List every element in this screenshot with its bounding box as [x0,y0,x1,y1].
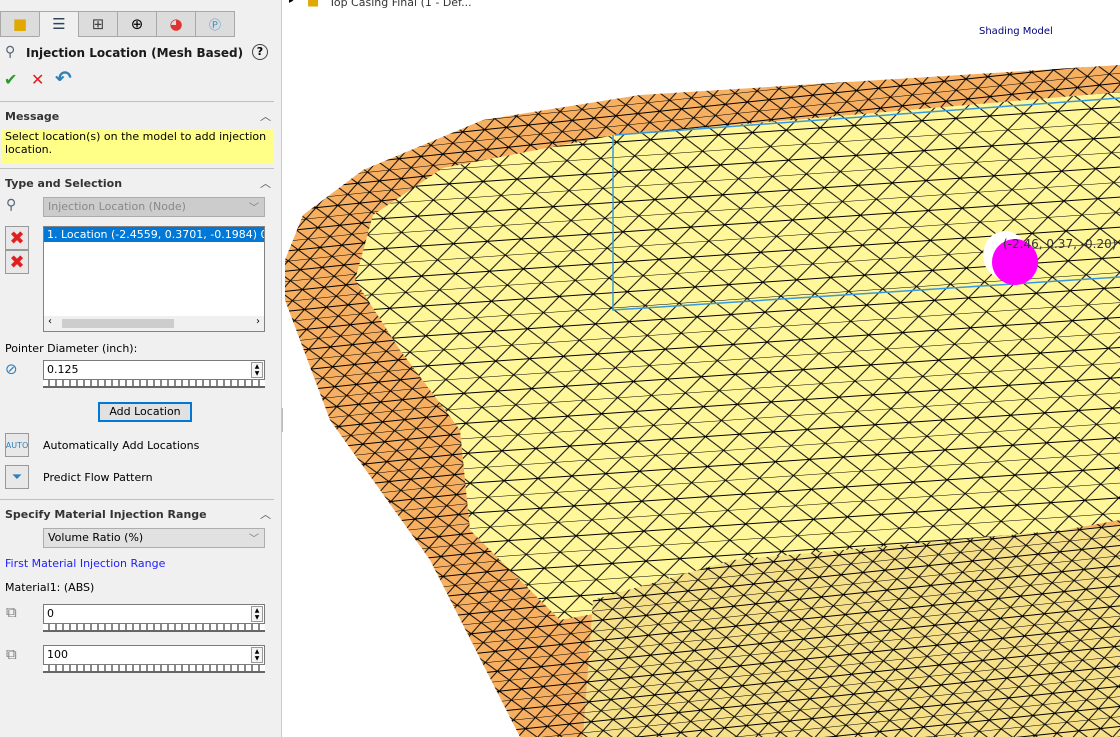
horizontal-scrollbar[interactable]: ‹ › [44,316,264,331]
pointer-diameter-value: 0.125 [47,363,79,376]
scroll-right-icon[interactable]: › [256,316,260,327]
range-mode-select[interactable]: Volume Ratio (%) ﹀ [43,528,265,548]
part-icon: ■ [307,0,320,9]
scroll-thumb[interactable] [62,319,174,328]
locations-list[interactable]: 1. Location (-2.4559, 0.3701, -0.1984) 0… [43,226,265,332]
injection-type-value: Injection Location (Node) [48,200,186,213]
undo-button[interactable]: ↶ [55,66,72,90]
help-button[interactable]: ? [252,44,268,60]
type-selection-section-title: Type and Selection [5,177,123,190]
spinner[interactable]: ▲ ▼ [251,647,263,663]
divider [0,101,274,102]
range-end-value: 100 [47,648,68,661]
feature-tree-item[interactable]: Top Casing Final (1 - Def... [329,0,472,9]
divider [0,499,274,500]
spinner[interactable]: ▲ ▼ [251,606,263,622]
auto-add-locations-label[interactable]: Automatically Add Locations [43,439,199,452]
range-mode-value: Volume Ratio (%) [48,531,144,544]
pointer-diameter-icon: ⊘ [5,360,18,378]
delete-all-locations-button[interactable]: ✖ [5,250,29,274]
collapse-chevron-icon[interactable]: ︿ [260,506,271,522]
graphics-viewport[interactable]: (-2.46, 0.37, -0.20) ▸ ■ Top Casing Fina… [283,0,1120,737]
part-start-icon: ⧉ [6,603,17,621]
injection-range-section-title: Specify Material Injection Range [5,508,207,521]
delete-x-icon: ✖ [9,227,25,249]
predict-flow-label[interactable]: Predict Flow Pattern [43,471,153,484]
auto-add-locations-button[interactable]: AUTO [5,433,29,457]
tab-configuration-manager[interactable]: ⊞ [78,11,118,37]
collapse-chevron-icon[interactable]: ︿ [260,108,271,124]
scroll-left-icon[interactable]: ‹ [48,316,52,327]
range-start-input[interactable]: 0 ▲ ▼ [43,604,265,624]
shading-model-label: Shading Model [979,26,1053,37]
tab-feature-manager[interactable]: ■ [0,11,40,37]
part-icon: ■ [12,15,28,33]
chevron-down-icon: ﹀ [249,203,259,214]
tab-property-manager[interactable]: ☰ [39,11,79,37]
auto-icon: AUTO [5,440,29,450]
mesh-model[interactable]: (-2.46, 0.37, -0.20) [283,0,1120,737]
ok-button[interactable]: ✔ [4,70,17,89]
range-start-value: 0 [47,607,54,620]
range-end-input[interactable]: 100 ▲ ▼ [43,645,265,665]
add-location-button[interactable]: Add Location [98,402,192,422]
config-tree-icon: ⊞ [91,15,105,33]
injection-location-icon: ⚲ [5,44,16,60]
collapse-chevron-icon[interactable]: ︿ [260,175,271,191]
property-list-icon: ☰ [52,15,66,33]
predict-flow-button[interactable]: ⏷ [5,465,29,489]
tab-appearance[interactable]: ◕ [156,11,196,37]
spinner[interactable]: ▲ ▼ [251,362,263,378]
tab-plastics[interactable]: Ⓟ [195,11,235,37]
list-item[interactable]: 1. Location (-2.4559, 0.3701, -0.1984) 0… [44,227,264,242]
chevron-down-icon: ﹀ [249,534,259,545]
injection-type-select[interactable]: Injection Location (Node) ﹀ [43,197,265,217]
tab-dimxpert[interactable]: ⊕ [117,11,157,37]
thumbwheel-slider[interactable] [43,380,265,388]
cancel-button[interactable]: ✕ [31,70,44,89]
delete-all-x-icon: ✖ [9,251,25,273]
page-title: Injection Location (Mesh Based) [26,46,244,60]
message-box: Select location(s) on the model to add i… [1,129,274,163]
flow-funnel-icon: ⏷ [11,469,23,485]
pointer-diameter-input[interactable]: 0.125 ▲ ▼ [43,360,265,380]
crosshair-icon: ⊕ [130,15,144,33]
appearance-pie-icon: ◕ [169,15,183,33]
pointer-diameter-label: Pointer Diameter (inch): [5,342,138,355]
thumbwheel-slider[interactable] [43,624,265,632]
delete-location-button[interactable]: ✖ [5,226,29,250]
material-label: Material1: (ABS) [5,581,95,594]
panel-tabs: ■ ☰ ⊞ ⊕ ◕ Ⓟ [0,11,238,37]
message-section-title: Message [5,110,60,123]
plastics-p-icon: Ⓟ [208,17,221,32]
part-end-icon: ⧉ [6,645,17,663]
injection-node-icon: ⚲ [6,197,17,213]
divider [0,168,274,169]
thumbwheel-slider[interactable] [43,665,265,673]
first-material-range-label: First Material Injection Range [5,557,166,570]
injection-coordinate-label: (-2.46, 0.37, -0.20) [1003,237,1116,251]
property-manager-panel: ■ ☰ ⊞ ⊕ ◕ Ⓟ ⚲ Injection Location (Mesh B… [0,0,282,737]
expand-arrow-icon[interactable]: ▸ [289,0,294,6]
